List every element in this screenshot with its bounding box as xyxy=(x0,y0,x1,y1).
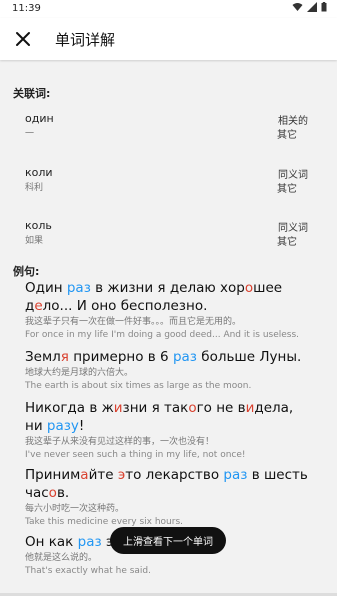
sentence-text: ! xyxy=(78,418,85,434)
sentence-text: го не в xyxy=(196,400,246,416)
sentence-text: ло... И оно бесполезно. xyxy=(42,298,208,314)
stress-mark: о xyxy=(244,280,254,296)
example-russian: Никогда в жизни я такого не видела, ни р… xyxy=(25,399,315,435)
wifi-icon xyxy=(292,3,303,11)
related-word-pos: 其它 xyxy=(277,184,297,195)
related-word-pos: 其它 xyxy=(277,237,297,248)
example-chinese: 每六小时吃一次这种药。 xyxy=(25,504,125,514)
swipe-hint-toast: 上滑查看下一个单词 xyxy=(110,527,226,554)
sentence-text: Земл xyxy=(25,349,61,365)
examples-label: 例句: xyxy=(13,265,40,278)
example-chinese: 我这辈子只有一次在做一件好事。。。而且它是无用的。 xyxy=(25,317,242,327)
battery-icon xyxy=(321,2,327,12)
example-russian: Земля примерно в 6 раз больше Луны. xyxy=(25,348,315,366)
signal-icon xyxy=(307,2,317,12)
example-sentence[interactable]: Один раз в жизни я делаю хорошее дело...… xyxy=(25,279,315,342)
stress-mark: а xyxy=(80,467,89,483)
example-english: I've never seen such a thing in my life,… xyxy=(25,450,246,460)
stress-mark: о xyxy=(48,485,57,501)
highlighted-word: разу xyxy=(46,418,79,434)
related-word-item[interactable]: один 一 相关的 其它 xyxy=(0,112,337,152)
related-word-type: 同义词 xyxy=(278,223,308,234)
example-russian: Принимайте это лекарство раз в шесть час… xyxy=(25,466,315,502)
related-word: коли xyxy=(25,166,53,179)
sentence-text: йте xyxy=(88,467,118,483)
related-word-type: 相关的 xyxy=(278,116,308,127)
example-chinese: 地球大约是月球的六倍大。 xyxy=(25,368,134,378)
related-word-translation: 如果 xyxy=(25,236,44,246)
highlighted-word: раз xyxy=(66,280,91,296)
example-english: That's exactly what he said. xyxy=(25,566,152,576)
example-sentence[interactable]: Принимайте это лекарство раз в шесть час… xyxy=(25,466,315,529)
sentence-text: больше Луны. xyxy=(196,349,302,365)
stress-mark: е xyxy=(34,298,43,314)
status-time: 11:39 xyxy=(12,3,41,14)
close-icon[interactable] xyxy=(13,29,33,49)
related-word-translation: 科利 xyxy=(25,183,44,193)
sentence-text: то лекарство xyxy=(125,467,224,483)
example-chinese: 我这辈子从来没有见过这样的事，一次也没有！ xyxy=(25,437,215,447)
example-russian: Один раз в жизни я делаю хорошее дело...… xyxy=(25,279,315,315)
app-bar: 单词详解 xyxy=(0,18,337,60)
sentence-text: зни я так xyxy=(122,400,189,416)
sentence-text: Один xyxy=(25,280,67,296)
highlighted-word: раз xyxy=(223,467,248,483)
sentence-text: в. xyxy=(56,485,70,501)
related-word-type: 同义词 xyxy=(278,170,308,181)
related-word-item[interactable]: коль 如果 同义词 其它 xyxy=(0,219,337,259)
related-word: один xyxy=(25,112,54,125)
sentence-text: примерно в 6 xyxy=(68,349,173,365)
related-word-translation: 一 xyxy=(25,129,35,139)
related-word: коль xyxy=(25,219,52,232)
sentence-text: в жизни я делаю хор xyxy=(90,280,245,296)
example-english: For once in my life I'm doing a good dee… xyxy=(25,330,300,340)
example-english: The earth is about six times as large as… xyxy=(25,381,252,391)
related-word-pos: 其它 xyxy=(277,130,297,141)
word-detail-content[interactable]: 关联词: один 一 相关的 其它 коли 科利 同义词 其它 коль 如… xyxy=(0,60,337,596)
sentence-text: Никогда в ж xyxy=(25,400,114,416)
sentence-text: Приним xyxy=(25,467,81,483)
related-word-item[interactable]: коли 科利 同义词 其它 xyxy=(0,166,337,206)
related-words-label: 关联词: xyxy=(13,87,51,100)
sentence-text: Он как xyxy=(25,534,78,550)
status-bar: 11:39 xyxy=(0,0,337,18)
highlighted-word: раз xyxy=(77,534,102,550)
stress-mark: и xyxy=(113,400,123,416)
highlighted-word: раз xyxy=(172,349,197,365)
stress-mark: о xyxy=(188,400,197,416)
status-icons xyxy=(292,2,327,12)
example-sentence[interactable]: Никогда в жизни я такого не видела, ни р… xyxy=(25,399,315,462)
stress-mark: я xyxy=(60,349,69,365)
example-sentence[interactable]: Земля примерно в 6 раз больше Луны. 地球大约… xyxy=(25,348,315,393)
page-title: 单词详解 xyxy=(55,31,116,49)
